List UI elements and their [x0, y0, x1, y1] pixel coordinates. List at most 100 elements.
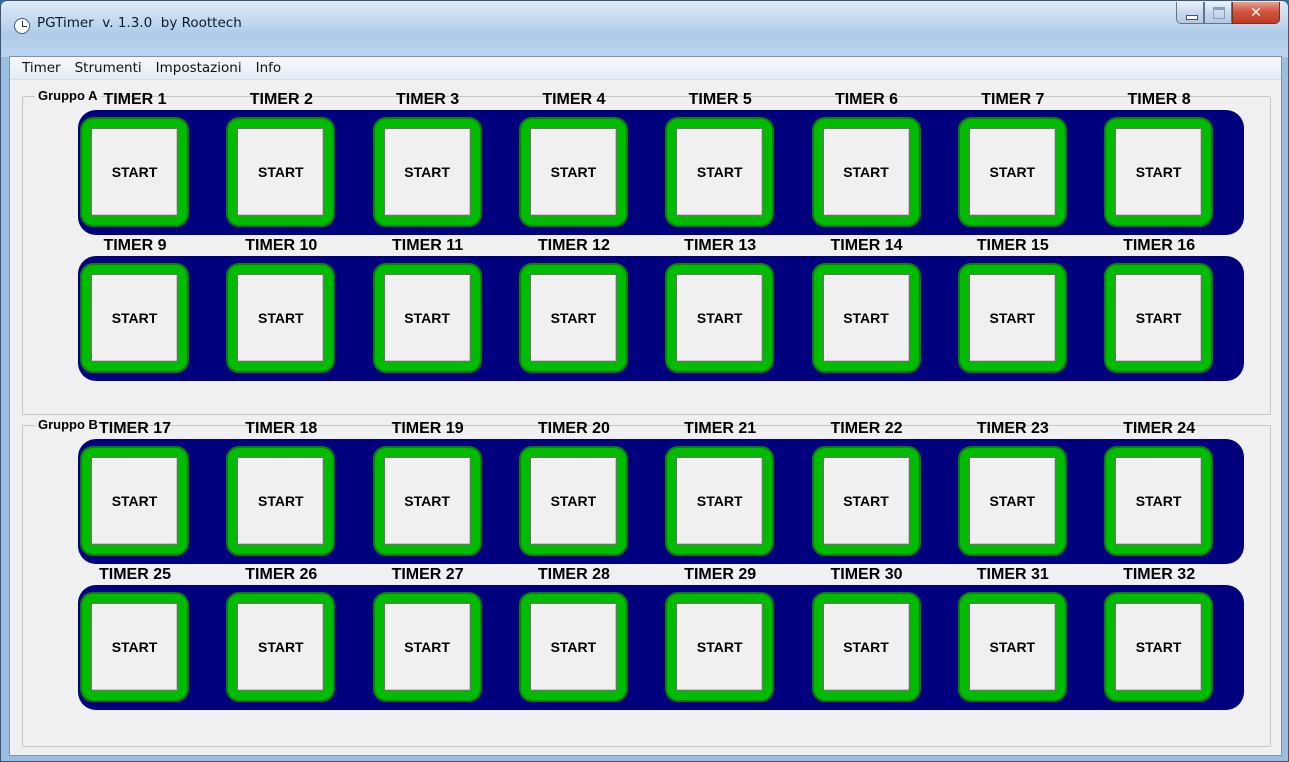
timer-frame: START — [957, 592, 1067, 702]
timer-label: TIMER 23 — [976, 420, 1049, 437]
minimize-icon — [1186, 15, 1198, 20]
start-timer-7-button[interactable]: START — [968, 128, 1056, 216]
timer-label: TIMER 17 — [98, 420, 171, 437]
menu-timer[interactable]: Timer — [10, 57, 68, 79]
start-timer-26-button[interactable]: START — [237, 603, 325, 691]
timer-label: TIMER 4 — [542, 91, 606, 108]
timer-frame: START — [665, 263, 775, 373]
start-timer-3-button[interactable]: START — [383, 128, 471, 216]
timer-frame: START — [226, 263, 336, 373]
timer-frame: START — [811, 117, 921, 227]
timer-frame: START — [372, 446, 482, 556]
start-timer-2-button[interactable]: START — [237, 128, 325, 216]
start-timer-6-button[interactable]: START — [822, 128, 910, 216]
menu-info[interactable]: Info — [249, 57, 289, 79]
title-bar[interactable]: PGTimer v. 1.3.0 by Roottech ✕ — [1, 1, 1288, 57]
timer-label: TIMER 18 — [245, 420, 318, 437]
timer-frame: START — [1104, 592, 1214, 702]
timer-label: TIMER 16 — [1123, 237, 1196, 254]
start-timer-12-button[interactable]: START — [529, 274, 617, 362]
timer-label: TIMER 32 — [1123, 566, 1196, 583]
timer-label: TIMER 27 — [391, 566, 464, 583]
start-timer-5-button[interactable]: START — [676, 128, 764, 216]
timer-label: TIMER 30 — [830, 566, 903, 583]
timer-frame: START — [226, 592, 336, 702]
timer-frame: START — [518, 263, 628, 373]
timer-label: TIMER 11 — [392, 237, 464, 254]
timer-frame: START — [957, 263, 1067, 373]
window-controls: ✕ — [1176, 2, 1280, 24]
timer-frame: START — [665, 592, 775, 702]
start-timer-18-button[interactable]: START — [237, 457, 325, 545]
start-timer-25-button[interactable]: START — [91, 603, 178, 691]
window-title: PGTimer v. 1.3.0 by Roottech — [37, 15, 242, 31]
timer-label: TIMER 19 — [391, 420, 464, 437]
timer-frame: START — [1104, 446, 1214, 556]
start-timer-24-button[interactable]: START — [1115, 457, 1203, 545]
timer-label: TIMER 28 — [537, 566, 610, 583]
timer-label: TIMER 6 — [834, 91, 899, 108]
timer-frame: START — [372, 592, 482, 702]
start-timer-19-button[interactable]: START — [383, 457, 471, 545]
start-timer-23-button[interactable]: START — [968, 457, 1056, 545]
timer-frame: START — [80, 263, 189, 373]
timer-frame: START — [372, 117, 482, 227]
timer-label: TIMER 20 — [537, 420, 610, 437]
start-timer-32-button[interactable]: START — [1115, 603, 1203, 691]
start-timer-1-button[interactable]: START — [91, 128, 178, 216]
timer-label: TIMER 9 — [103, 237, 167, 254]
timer-label: TIMER 10 — [245, 237, 318, 254]
timer-frame: START — [665, 117, 775, 227]
start-timer-17-button[interactable]: START — [91, 457, 178, 545]
start-timer-20-button[interactable]: START — [529, 457, 617, 545]
start-timer-30-button[interactable]: START — [822, 603, 910, 691]
timer-frame: START — [226, 446, 336, 556]
start-timer-10-button[interactable]: START — [237, 274, 325, 362]
menu-strumenti[interactable]: Strumenti — [68, 57, 149, 79]
start-timer-29-button[interactable]: START — [676, 603, 764, 691]
menu-impostazioni[interactable]: Impostazioni — [149, 57, 249, 79]
timer-frame: START — [1104, 117, 1214, 227]
start-timer-27-button[interactable]: START — [383, 603, 471, 691]
start-timer-31-button[interactable]: START — [968, 603, 1056, 691]
timer-frame: START — [372, 263, 482, 373]
close-button[interactable]: ✕ — [1232, 2, 1280, 24]
group-box-b: Gruppo B TIMER 17 TIMER 18 TIMER 19 TIMER 20… — [22, 417, 1271, 747]
maximize-button[interactable] — [1204, 2, 1232, 24]
app-window: PGTimer v. 1.3.0 by Roottech ✕ Timer Str… — [0, 0, 1289, 762]
timer-frame: START — [811, 592, 921, 702]
group-box-a: Gruppo A TIMER 1 TIMER 2 TIMER 3 TIMER 4 TIME… — [22, 88, 1271, 415]
clock-icon — [14, 18, 30, 34]
timer-label: TIMER 25 — [98, 566, 171, 583]
timer-label: TIMER 1 — [103, 91, 167, 108]
start-timer-15-button[interactable]: START — [968, 274, 1056, 362]
timer-label: TIMER 31 — [976, 566, 1049, 583]
timer-frame: START — [518, 446, 628, 556]
timer-label: TIMER 2 — [249, 91, 313, 108]
timer-label: TIMER 13 — [684, 237, 757, 254]
start-timer-21-button[interactable]: START — [676, 457, 764, 545]
timer-label: TIMER 12 — [537, 237, 610, 254]
client-area: Timer Strumenti Impostazioni Info Gruppo… — [9, 56, 1282, 756]
menu-bar: Timer Strumenti Impostazioni Info — [10, 57, 1281, 80]
timer-label: TIMER 21 — [684, 420, 757, 437]
minimize-button[interactable] — [1176, 2, 1204, 24]
timer-frame: START — [80, 117, 189, 227]
timer-frame: START — [811, 263, 921, 373]
start-timer-16-button[interactable]: START — [1115, 274, 1203, 362]
timer-label: TIMER 15 — [976, 237, 1049, 254]
timer-frame: START — [518, 117, 628, 227]
timer-frame: START — [80, 446, 189, 556]
timer-frame: START — [811, 446, 921, 556]
start-timer-4-button[interactable]: START — [529, 128, 617, 216]
maximize-icon — [1213, 7, 1225, 19]
timer-label: TIMER 24 — [1123, 420, 1196, 437]
start-timer-8-button[interactable]: START — [1115, 128, 1203, 216]
start-timer-9-button[interactable]: START — [91, 274, 178, 362]
start-timer-14-button[interactable]: START — [822, 274, 910, 362]
start-timer-22-button[interactable]: START — [822, 457, 910, 545]
start-timer-13-button[interactable]: START — [676, 274, 764, 362]
start-timer-11-button[interactable]: START — [383, 274, 471, 362]
start-timer-28-button[interactable]: START — [529, 603, 617, 691]
timer-label: TIMER 7 — [981, 91, 1045, 108]
